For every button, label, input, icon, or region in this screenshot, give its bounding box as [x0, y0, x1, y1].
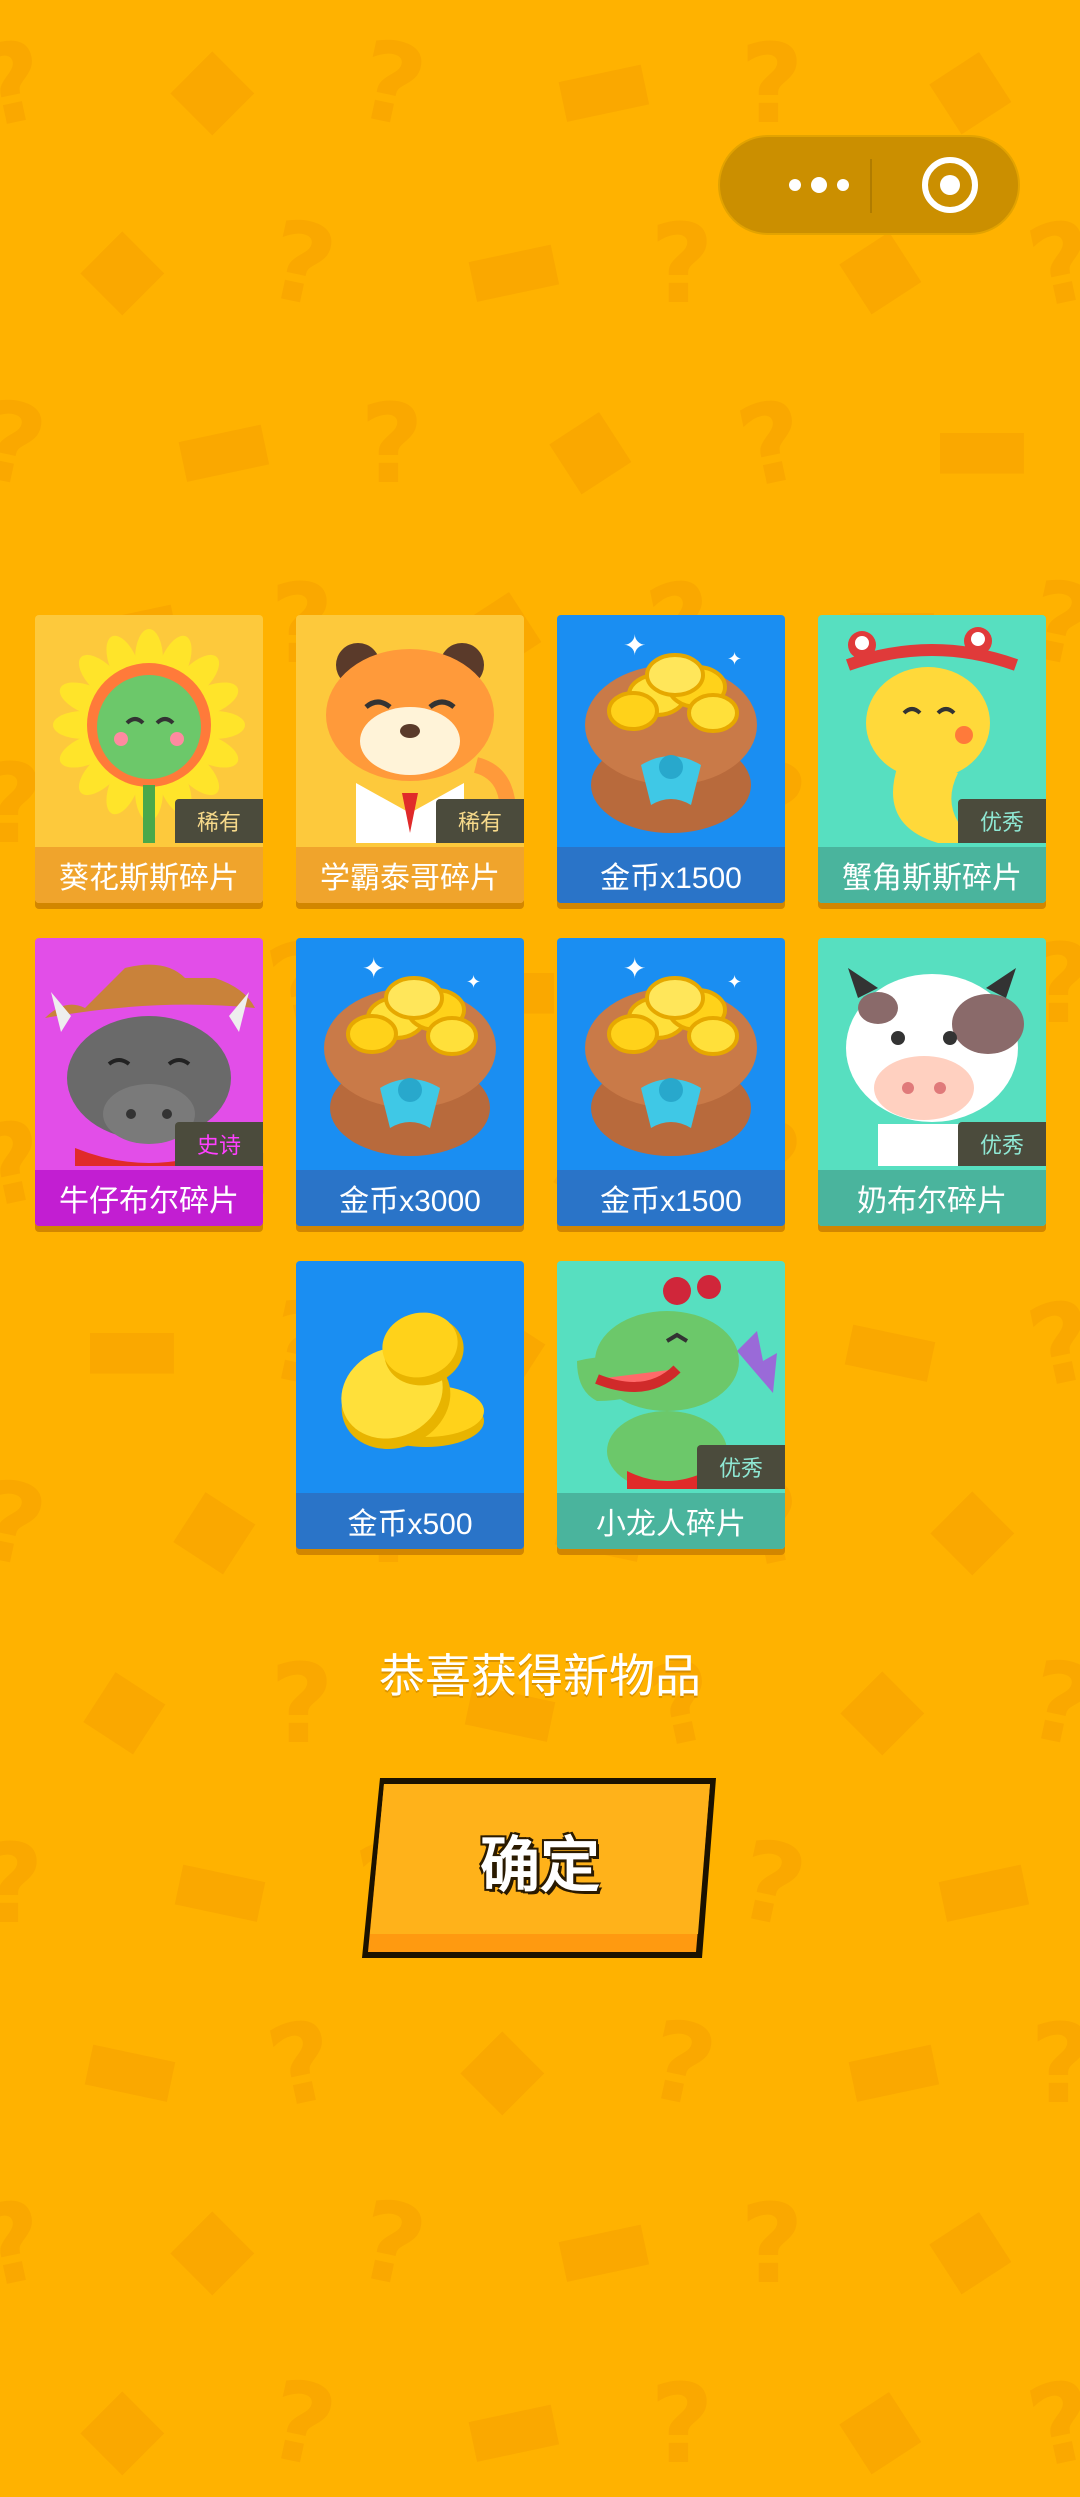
coin-bag-illustration: ✦ ✦ [585, 629, 757, 833]
rarity-tag: 优秀 [958, 799, 1046, 843]
reward-card: 稀有 学霸泰哥碎片 [296, 615, 524, 903]
pattern-mark: ? [0, 1454, 57, 1594]
pattern-mark: ? [257, 2354, 347, 2494]
pattern-mark: ◆ [930, 1460, 1015, 1588]
reward-card-label: 学霸泰哥碎片 [296, 847, 524, 903]
coins-illustration [341, 1312, 484, 1449]
pattern-mark: ▬ [537, 2170, 667, 2318]
pattern-mark: ? [727, 1814, 817, 1954]
reward-card-label: 金币x500 [296, 1493, 524, 1549]
rarity-tag: 优秀 [958, 1122, 1046, 1166]
reward-message: 恭喜获得新物品 [379, 1650, 701, 1702]
pattern-mark: ◆ [917, 12, 1027, 156]
reward-card-label: 小龙人碎片 [557, 1493, 785, 1549]
svg-text:✦: ✦ [466, 972, 481, 993]
pattern-mark: ? [740, 20, 804, 148]
svg-text:✦: ✦ [623, 952, 646, 985]
pattern-mark: ▬ [827, 1990, 957, 2138]
pattern-mark: ◆ [170, 20, 255, 148]
confirm-button[interactable]: 确定 [360, 1770, 720, 1958]
reward-card: 史诗 牛仔布尔碎片 [35, 938, 263, 1226]
pattern-mark: ? [1017, 2354, 1080, 2494]
reward-card-label: 金币x1500 [557, 847, 785, 903]
pattern-mark: ◆ [80, 2360, 165, 2488]
reward-card: ✦ ✦ 金币x1500 [557, 938, 785, 1226]
pattern-mark: ◆ [460, 2000, 545, 2128]
pattern-mark: ? [0, 1820, 44, 1948]
reward-card: 金币x500 [296, 1261, 524, 1549]
more-dots-icon[interactable] [764, 137, 874, 233]
reward-card-label: 牛仔布尔碎片 [35, 1170, 263, 1226]
pattern-mark: ▬ [447, 2350, 577, 2497]
pattern-mark: ? [650, 200, 714, 328]
pattern-mark: ? [637, 1994, 727, 2134]
rarity-tag: 优秀 [697, 1445, 785, 1489]
pattern-mark: ▬ [157, 1810, 287, 1958]
reward-card-label: 金币x1500 [557, 1170, 785, 1226]
reward-card: ✦ ✦ 金币x3000 [296, 938, 524, 1226]
pattern-mark: ◆ [917, 2172, 1027, 2316]
pattern-mark: ◆ [170, 2180, 255, 2308]
pattern-mark: ? [360, 380, 424, 508]
reward-card-label: 奶布尔碎片 [818, 1170, 1046, 1226]
pattern-mark: ? [0, 374, 57, 514]
pattern-mark: ? [1017, 1274, 1080, 1414]
confirm-button-label: 确定 [480, 1830, 600, 1901]
pattern-mark: ? [0, 2174, 57, 2314]
coin-bag-illustration: ✦ ✦ [324, 952, 496, 1156]
reward-card-label: 金币x3000 [296, 1170, 524, 1226]
rarity-tag: 稀有 [436, 799, 524, 843]
pattern-mark: ? [0, 14, 57, 154]
coin-bag-illustration: ✦ ✦ [585, 952, 757, 1156]
mini-program-capsule [718, 135, 1020, 235]
rarity-tag: 史诗 [175, 1122, 263, 1166]
rarity-tag: 稀有 [175, 799, 263, 843]
svg-text:✦: ✦ [727, 649, 742, 670]
reward-card: 优秀 小龙人碎片 [557, 1261, 785, 1549]
reward-card: ✦ ✦ 金币x1500 [557, 615, 785, 903]
pattern-mark: ▬ [157, 370, 287, 518]
pattern-mark: ◆ [827, 2352, 937, 2496]
reward-card: 稀有 葵花斯斯碎片 [35, 615, 263, 903]
capsule-divider [870, 159, 872, 213]
pattern-mark: ◆ [537, 372, 647, 516]
pattern-mark: ? [727, 374, 817, 514]
pattern-mark: ? [650, 2360, 714, 2488]
pattern-mark: ? [347, 14, 437, 154]
pattern-mark: ▬ [537, 10, 667, 158]
pattern-mark: ? [257, 1994, 347, 2134]
svg-text:✦: ✦ [623, 629, 646, 662]
pattern-mark: ? [257, 194, 347, 334]
svg-text:✦: ✦ [362, 952, 385, 985]
reward-card-label: 葵花斯斯碎片 [35, 847, 263, 903]
svg-text:✦: ✦ [727, 972, 742, 993]
reward-card: 优秀 奶布尔碎片 [818, 938, 1046, 1226]
pattern-mark: ? [1030, 2000, 1080, 2128]
pattern-mark: ◆ [80, 200, 165, 328]
pattern-mark: ▬ [917, 1810, 1047, 1958]
pattern-mark: ▬ [930, 380, 1034, 508]
reward-card-label: 蟹角斯斯碎片 [818, 847, 1046, 903]
pattern-mark: ▬ [80, 1280, 184, 1408]
reward-card: 优秀 蟹角斯斯碎片 [818, 615, 1046, 903]
target-circle-icon[interactable] [921, 156, 979, 214]
pattern-mark: ? [347, 2174, 437, 2314]
pattern-mark: ? [1017, 194, 1080, 334]
pattern-mark: ? [740, 2180, 804, 2308]
pattern-mark: ▬ [67, 1990, 197, 2138]
pattern-mark: ▬ [447, 190, 577, 338]
pattern-mark: ◆ [157, 1452, 267, 1596]
pattern-mark: ▬ [827, 1270, 957, 1418]
